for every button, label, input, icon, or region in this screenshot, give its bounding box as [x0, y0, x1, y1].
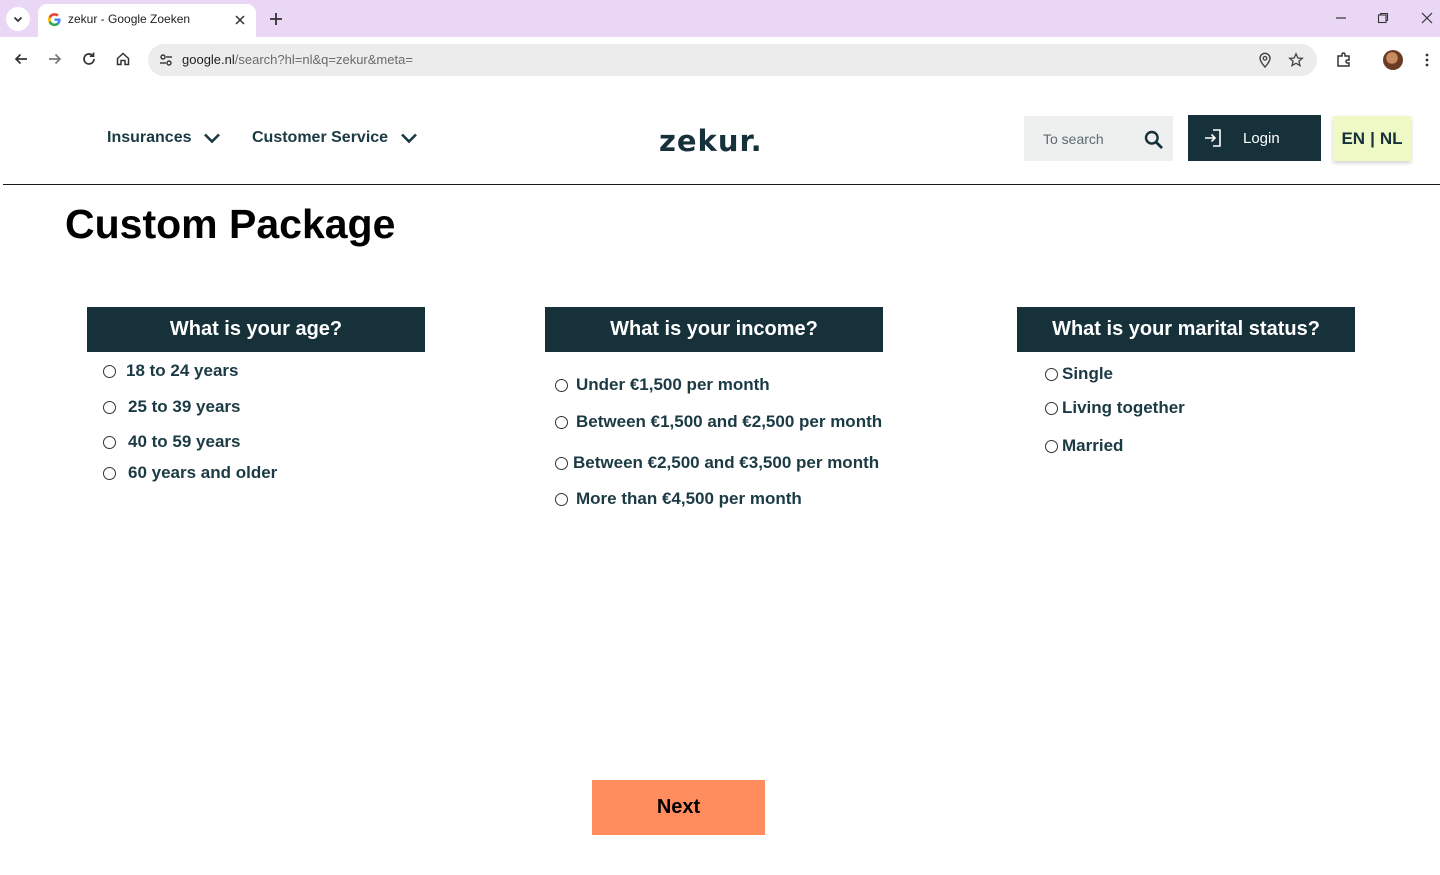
url-path: /search?hl=nl&q=zekur&meta=	[234, 52, 413, 67]
lang-nl[interactable]: NL	[1380, 129, 1403, 149]
bookmark-button[interactable]	[1284, 48, 1308, 72]
zekur-logo[interactable]: zekur.	[659, 124, 763, 158]
language-toggle[interactable]: EN | NL	[1333, 116, 1411, 161]
google-favicon-icon	[47, 13, 61, 27]
age-option-40-59[interactable]: 40 to 59 years	[103, 432, 240, 452]
browser-tab[interactable]: zekur - Google Zoeken	[38, 4, 256, 37]
tab-search-button[interactable]	[6, 7, 30, 31]
radio-button[interactable]	[1045, 367, 1058, 381]
page-title: Custom Package	[65, 201, 396, 247]
marital-option-living-together[interactable]: Living together	[1045, 398, 1185, 418]
login-icon	[1202, 127, 1224, 149]
chevron-down-icon	[13, 16, 23, 23]
income-option-1500-2500[interactable]: Between €1,500 and €2,500 per month	[555, 412, 882, 432]
option-label: 40 to 59 years	[128, 432, 241, 451]
radio-button[interactable]	[555, 378, 568, 392]
lang-separator: |	[1370, 128, 1375, 148]
option-label: 25 to 39 years	[128, 397, 241, 416]
arrow-left-icon	[14, 53, 27, 65]
browser-tab-strip: zekur - Google Zoeken	[0, 0, 1440, 37]
radio-button[interactable]	[103, 466, 116, 480]
radio-button[interactable]	[555, 415, 568, 429]
age-option-25-39[interactable]: 25 to 39 years	[103, 397, 240, 417]
minimize-icon	[1336, 17, 1346, 19]
url-host: google.nl	[182, 52, 235, 67]
new-tab-button[interactable]	[265, 8, 287, 30]
profile-button[interactable]	[1380, 47, 1406, 73]
minimize-button[interactable]	[1328, 6, 1354, 30]
star-icon	[1288, 52, 1304, 67]
marital-option-married[interactable]: Married	[1045, 436, 1123, 456]
radio-button[interactable]	[103, 400, 116, 414]
radio-button[interactable]	[103, 364, 116, 378]
search-icon	[1144, 130, 1163, 149]
url-text: google.nl/search?hl=nl&q=zekur&meta=	[182, 52, 413, 67]
avatar	[1383, 50, 1403, 70]
close-icon	[234, 14, 245, 25]
restore-button[interactable]	[1370, 6, 1396, 30]
option-label: Between €1,500 and €2,500 per month	[576, 412, 883, 431]
address-bar[interactable]: google.nl/search?hl=nl&q=zekur&meta=	[148, 44, 1317, 76]
search-input[interactable]	[1024, 116, 1139, 161]
income-option-under-1500[interactable]: Under €1,500 per month	[555, 375, 770, 395]
marital-option-single[interactable]: Single	[1045, 364, 1113, 384]
option-label: Under €1,500 per month	[576, 375, 770, 394]
header-divider	[3, 184, 1440, 185]
option-label: 60 years and older	[128, 463, 278, 482]
question-marital-header: What is your marital status?	[1017, 307, 1355, 352]
reload-icon	[83, 52, 95, 65]
extensions-button[interactable]	[1331, 47, 1357, 73]
nav-customer-service-label: Customer Service	[252, 129, 389, 146]
income-option-2500-3500[interactable]: Between €2,500 and €3,500 per month	[555, 453, 879, 473]
radio-button[interactable]	[555, 456, 568, 470]
home-icon	[116, 52, 130, 66]
option-label: 18 to 24 years	[126, 361, 239, 380]
tab-close-button[interactable]	[231, 11, 248, 28]
more-vertical-icon	[1425, 53, 1429, 67]
question-age-header: What is your age?	[87, 307, 425, 352]
age-option-18-24[interactable]: 18 to 24 years	[103, 361, 238, 381]
question-income-header: What is your income?	[545, 307, 883, 352]
radio-button[interactable]	[555, 492, 568, 506]
option-label: Living together	[1062, 398, 1185, 417]
age-option-60-plus[interactable]: 60 years and older	[103, 463, 277, 483]
chevron-down-icon	[401, 133, 417, 144]
chevron-down-icon	[204, 133, 221, 144]
puzzle-icon	[1337, 52, 1350, 67]
browser-menu-button[interactable]	[1414, 47, 1440, 73]
reload-button[interactable]	[77, 47, 101, 71]
back-button[interactable]	[9, 47, 33, 71]
tab-title: zekur - Google Zoeken	[68, 12, 191, 26]
option-label: Between €2,500 and €3,500 per month	[573, 453, 880, 472]
login-button[interactable]: Login	[1188, 115, 1321, 161]
site-info-button[interactable]	[154, 48, 178, 72]
location-button[interactable]	[1253, 48, 1277, 72]
radio-button[interactable]	[1045, 401, 1058, 415]
radio-button[interactable]	[103, 435, 116, 449]
home-button[interactable]	[111, 47, 135, 71]
site-header: Insurances Customer Service zekur. Login…	[0, 81, 1440, 185]
income-option-over-4500[interactable]: More than €4,500 per month	[555, 489, 802, 509]
lang-en[interactable]: EN	[1341, 129, 1365, 149]
close-icon	[1421, 12, 1433, 24]
forward-button[interactable]	[43, 47, 67, 71]
next-button[interactable]: Next	[592, 780, 765, 835]
nav-insurances[interactable]: Insurances	[107, 129, 221, 147]
arrow-right-icon	[49, 53, 62, 65]
plus-icon	[270, 13, 282, 25]
option-label: Married	[1062, 436, 1124, 455]
nav-insurances-label: Insurances	[107, 129, 192, 146]
login-label: Login	[1243, 129, 1280, 147]
restore-icon	[1377, 12, 1389, 24]
option-label: Single	[1062, 364, 1114, 383]
radio-button[interactable]	[1045, 439, 1058, 453]
option-label: More than €4,500 per month	[576, 489, 802, 508]
window-close-button[interactable]	[1414, 6, 1440, 30]
location-pin-icon	[1259, 52, 1271, 68]
search-button[interactable]	[1141, 127, 1165, 151]
site-search	[1024, 116, 1173, 161]
tune-icon	[160, 54, 172, 66]
browser-toolbar: google.nl/search?hl=nl&q=zekur&meta=	[0, 37, 1440, 81]
nav-customer-service[interactable]: Customer Service	[252, 129, 418, 147]
